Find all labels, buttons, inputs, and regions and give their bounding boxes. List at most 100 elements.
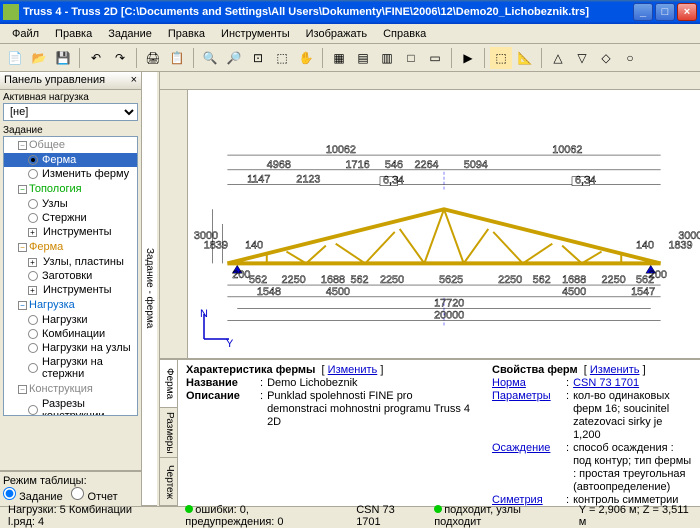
edit-link[interactable]: Изменить [328,364,378,376]
svg-text:1839: 1839 [204,240,228,252]
drawing-canvas[interactable]: 1006210062 49681716 5462264 5094 1147212… [188,90,700,358]
svg-text:6,34: 6,34 [383,175,404,187]
vtab-ferma[interactable]: Ферма [160,360,177,408]
axis-compass: NY [194,309,234,352]
mode-report-radio[interactable]: Отчет [71,491,117,503]
vtab-task-ferma[interactable]: Задание - ферма [142,72,157,506]
svg-text:17720: 17720 [434,298,464,310]
edit-link2[interactable]: Изменить [590,364,640,376]
svg-text:2250: 2250 [282,274,306,286]
menu-edit[interactable]: Правка [47,26,100,42]
menu-file[interactable]: Файл [4,26,47,42]
tool3-icon[interactable]: ◇ [595,47,617,69]
collapse-icon[interactable]: − [18,301,27,310]
undo-icon[interactable]: ↶ [85,47,107,69]
tree-item-memberloads[interactable]: Нагрузки на стержни [4,355,137,381]
tree-item-combos[interactable]: Комбинации [4,327,137,341]
svg-text:140: 140 [636,240,654,252]
preview-icon[interactable]: 📋 [166,47,188,69]
active-load-combo[interactable]: [не] [3,103,138,121]
zoom-window-icon[interactable]: ⬚ [271,47,293,69]
view2-icon[interactable]: ▭ [424,47,446,69]
collapse-icon[interactable]: − [18,385,27,394]
panel-close-icon[interactable]: × [131,74,137,86]
layers-icon[interactable]: ▤ [352,47,374,69]
menu-task[interactable]: Задание [100,26,160,42]
svg-text:1839: 1839 [668,240,692,252]
svg-text:562: 562 [636,274,654,286]
horizontal-ruler [160,72,700,90]
vertical-ruler [160,90,188,358]
minimize-button[interactable]: _ [633,3,653,21]
status-coords: Y = 2,906 м; Z = 3,511 м [575,504,696,528]
open-icon[interactable]: 📂 [28,47,50,69]
svg-text:5625: 5625 [439,274,463,286]
tree-item-nodes[interactable]: Узлы [4,197,137,211]
close-button[interactable]: × [677,3,697,21]
svg-text:546: 546 [385,159,403,171]
zoom-out-icon[interactable]: 🔎 [223,47,245,69]
view1-icon[interactable]: □ [400,47,422,69]
status-ok-icon [434,505,442,513]
tree-item-nodeloads[interactable]: Нагрузки на узлы [4,341,137,355]
svg-text:4500: 4500 [562,286,586,298]
menu-help[interactable]: Справка [375,26,434,42]
tree-item-blanks[interactable]: Заготовки [4,269,137,283]
collapse-icon[interactable]: − [18,185,27,194]
pointer-icon[interactable]: ▶ [457,47,479,69]
save-icon[interactable]: 💾 [52,47,74,69]
svg-text:2264: 2264 [414,159,438,171]
svg-text:200: 200 [232,269,250,281]
svg-text:1716: 1716 [346,159,370,171]
svg-text:4500: 4500 [326,286,350,298]
svg-text:562: 562 [533,274,551,286]
mode-task-radio[interactable]: Задание [3,491,63,503]
zoom-in-icon[interactable]: 🔍 [199,47,221,69]
redo-icon[interactable]: ↷ [109,47,131,69]
vtab-dims[interactable]: Размеры [160,408,177,459]
measure-icon[interactable]: 📐 [514,47,536,69]
window-title: Truss 4 - Truss 2D [C:\Documents and Set… [23,6,631,18]
grid-icon[interactable]: ▦ [328,47,350,69]
svg-text:6,34: 6,34 [575,175,596,187]
layers2-icon[interactable]: ▥ [376,47,398,69]
tree-item-edit-ferma[interactable]: Изменить ферму [4,167,137,181]
maximize-button[interactable]: □ [655,3,675,21]
status-bar: Нагрузки: 5 Комбинации l.ряд: 4 ошибки: … [0,506,700,525]
print-icon[interactable]: 🖨 [142,47,164,69]
main-toolbar: 📄 📂 💾 ↶ ↷ 🖨 📋 🔍 🔎 ⊡ ⬚ ✋ ▦ ▤ ▥ □ ▭ ▶ ⬚ 📐 … [0,44,700,72]
tree-item-loads[interactable]: Нагрузки [4,313,137,327]
svg-text:10062: 10062 [326,144,356,156]
tree-item-ferma[interactable]: Ферма [4,153,137,167]
tool1-icon[interactable]: △ [547,47,569,69]
tree-item-tools[interactable]: +Инструменты [4,225,137,239]
svg-text:1147: 1147 [247,174,270,186]
control-panel: Панель управления× Активная нагрузка [не… [0,72,142,506]
char-title: Характеристика фермы [186,364,315,376]
status-norm: CSN 73 1701 [352,504,422,528]
svg-text:Y: Y [226,338,234,349]
tree-item-sections[interactable]: Разрезы конструкции [4,397,137,416]
panel-header: Панель управления× [0,72,141,90]
svg-text:5094: 5094 [464,159,488,171]
zoom-fit-icon[interactable]: ⊡ [247,47,269,69]
menu-edit2[interactable]: Правка [160,26,213,42]
tree-item-members[interactable]: Стержни [4,211,137,225]
tool4-icon[interactable]: ○ [619,47,641,69]
tree-item-ftools[interactable]: +Инструменты [4,283,137,297]
svg-text:20000: 20000 [434,310,464,322]
tool2-icon[interactable]: ▽ [571,47,593,69]
svg-text:562: 562 [249,274,267,286]
svg-text:1688: 1688 [562,274,586,286]
menu-tools[interactable]: Инструменты [213,26,298,42]
pan-icon[interactable]: ✋ [295,47,317,69]
svg-text:2250: 2250 [602,274,626,286]
collapse-icon[interactable]: − [18,141,27,150]
new-icon[interactable]: 📄 [4,47,26,69]
select-icon[interactable]: ⬚ [490,47,512,69]
menu-view[interactable]: Изображать [298,26,375,42]
vtab-drawing[interactable]: Чертеж [160,458,177,506]
svg-text:4968: 4968 [267,159,291,171]
collapse-icon[interactable]: − [18,243,27,252]
tree-item-plates[interactable]: +Узлы, пластины [4,255,137,269]
